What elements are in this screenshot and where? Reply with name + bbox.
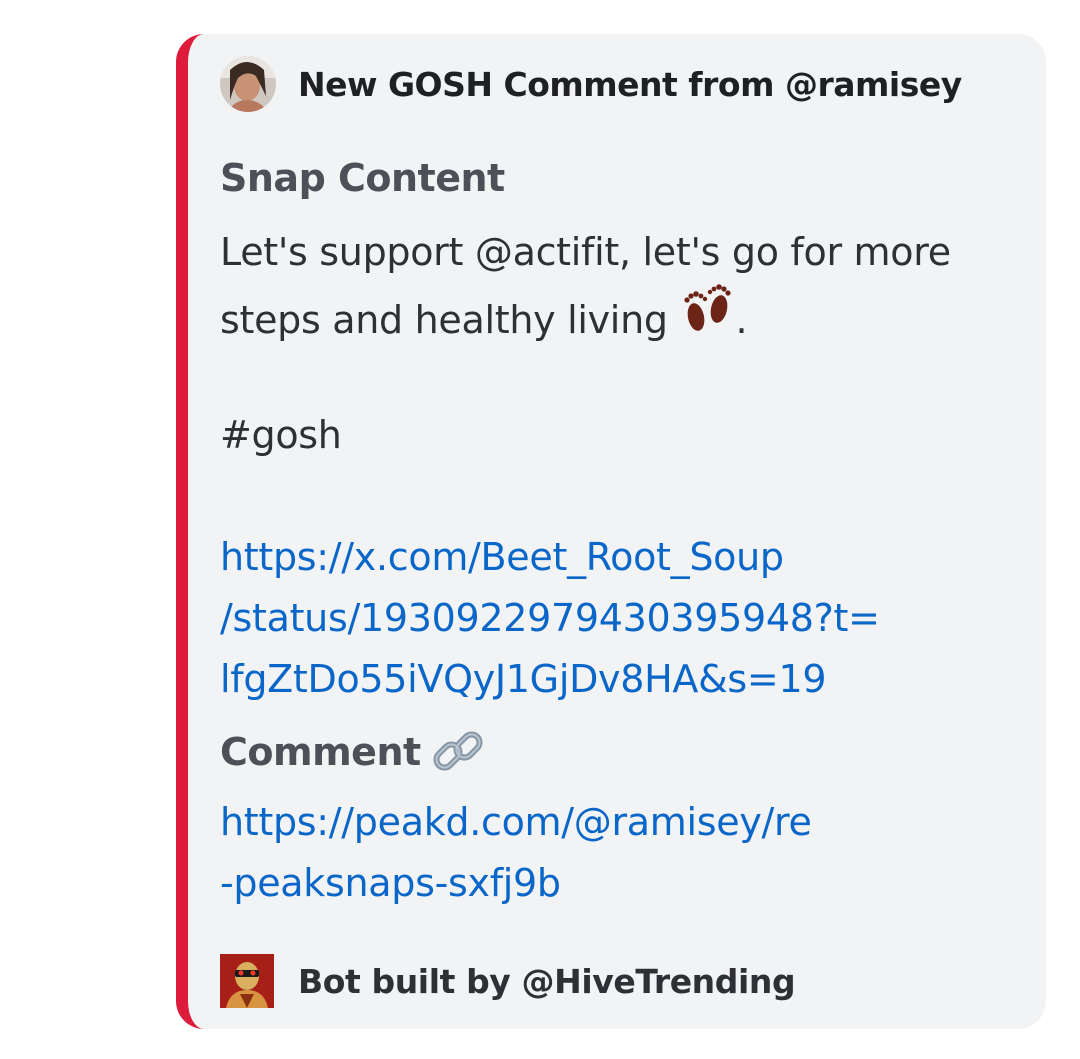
field-name-snap-content: Snap Content <box>220 156 505 200</box>
hashtag: #gosh <box>220 413 342 457</box>
embed-card: New GOSH Comment from @ramisey Snap Cont… <box>176 34 1046 1029</box>
snap-content-text: Let's support @actifit, let's go for mor… <box>220 222 1020 710</box>
footprints-icon <box>679 283 735 357</box>
comment-label: Comment <box>220 730 421 774</box>
footer-text: Bot built by @HiveTrending <box>298 961 796 1001</box>
snap-line-1: Let's support @actifit, let's go for mor… <box>220 230 951 274</box>
field-name-comment: Comment <box>220 724 487 780</box>
bot-avatar <box>220 954 274 1008</box>
comment-link-line-1[interactable]: https://peakd.com/@ramisey/re <box>220 792 1020 853</box>
snap-line-2: steps and healthy living . <box>220 283 1020 344</box>
snap-line-2-end: . <box>735 298 748 342</box>
embed-author: New GOSH Comment from @ramisey <box>220 55 962 113</box>
author-avatar[interactable] <box>220 56 276 112</box>
snap-link-line-1[interactable]: https://x.com/Beet_Root_Soup <box>220 527 1020 588</box>
link-icon <box>431 724 487 780</box>
snap-link-line-2[interactable]: /status/1930922979430395948?t= <box>220 588 1020 649</box>
embed-footer: Bot built by @HiveTrending <box>220 954 796 1008</box>
snap-link-line-3[interactable]: lfgZtDo55iVQyJ1GjDv8HA&s=19 <box>220 649 1020 710</box>
author-name[interactable]: New GOSH Comment from @ramisey <box>298 65 962 104</box>
comment-value: https://peakd.com/@ramisey/re -peaksnaps… <box>220 792 1020 914</box>
snap-line-2-text: steps and healthy living <box>220 298 668 342</box>
comment-link-line-2[interactable]: -peaksnaps-sxfj9b <box>220 853 1020 914</box>
